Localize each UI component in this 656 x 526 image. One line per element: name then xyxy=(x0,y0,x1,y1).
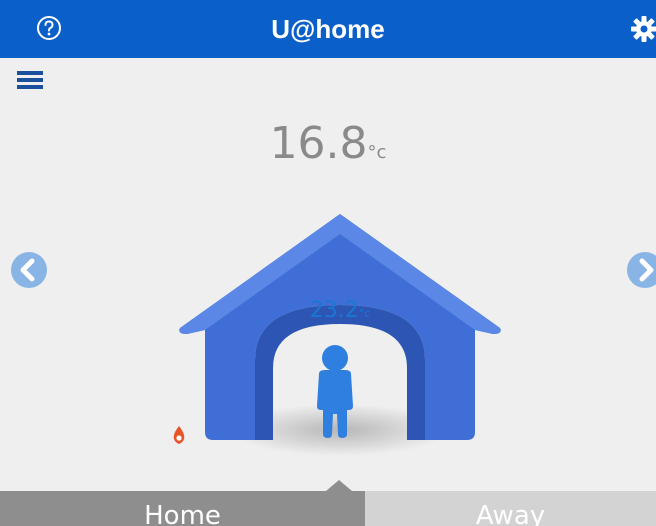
indoor-temperature-unit: °c xyxy=(358,307,371,320)
chevron-left-icon[interactable] xyxy=(10,251,48,289)
outdoor-temperature: 16.8°c xyxy=(0,118,656,169)
tab-home-label: Home xyxy=(144,501,221,526)
tab-away[interactable]: Away xyxy=(365,491,656,526)
gear-icon[interactable] xyxy=(630,15,656,43)
chevron-right-icon[interactable] xyxy=(626,251,656,289)
tab-home[interactable]: Home xyxy=(0,491,365,526)
indoor-temperature-value: 23.2 xyxy=(309,298,359,323)
indoor-temperature: 23.2°c xyxy=(280,298,400,323)
flame-icon xyxy=(173,426,185,444)
outdoor-temperature-value: 16.8 xyxy=(269,118,368,169)
selected-tab-pointer xyxy=(326,480,352,491)
hamburger-menu-icon[interactable] xyxy=(17,70,43,90)
app-header: U@home xyxy=(0,0,656,58)
house-with-person-icon xyxy=(179,214,501,456)
outdoor-temperature-unit: °c xyxy=(367,142,387,163)
app-title: U@home xyxy=(271,14,385,44)
tab-away-label: Away xyxy=(475,501,546,526)
